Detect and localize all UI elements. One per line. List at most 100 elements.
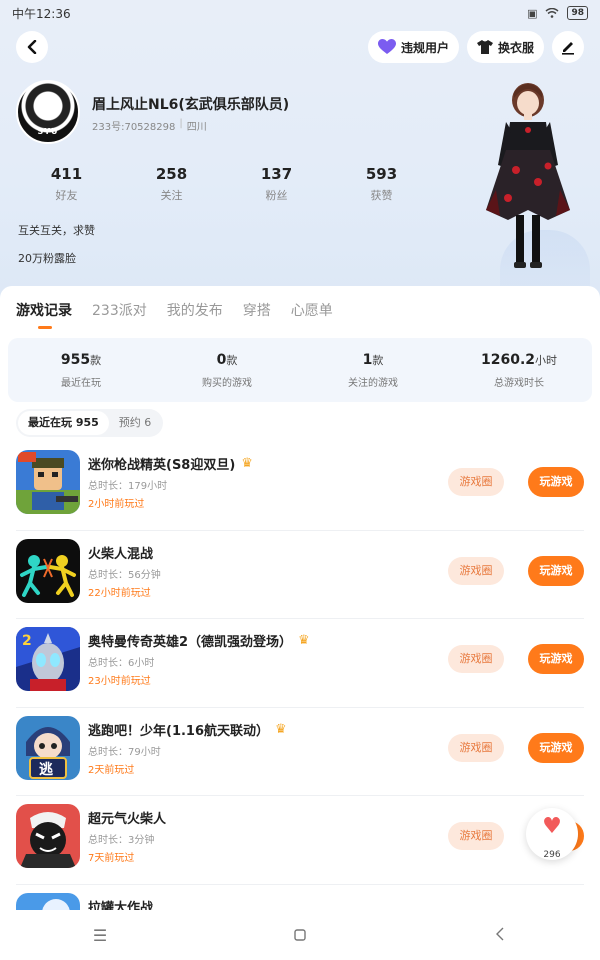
summary-label: 最近在玩 bbox=[61, 377, 101, 389]
heart-icon bbox=[377, 39, 396, 54]
game-circle-button[interactable]: 游戏圈 bbox=[448, 822, 504, 850]
sim-icon: ▣ bbox=[527, 6, 538, 20]
tab-outfit[interactable]: 穿搭 bbox=[243, 300, 271, 320]
game-duration: 总时长：56分钟 bbox=[88, 569, 161, 581]
report-user-button[interactable]: 违规用户 bbox=[367, 31, 459, 63]
heart-icon: ♥ bbox=[542, 814, 562, 839]
profile-name: 眉上风止NL6(玄武俱乐部队员) bbox=[92, 97, 290, 113]
game-icon-escape[interactable]: 逃 bbox=[16, 715, 80, 780]
profile-meta: 233号:70528298 | 四川 bbox=[92, 118, 207, 133]
edit-button[interactable] bbox=[552, 31, 584, 63]
game-duration: 总时长：179小时 bbox=[88, 481, 168, 492]
game-circle-button[interactable]: 游戏圈 bbox=[448, 556, 504, 585]
game-title: 超元气火柴人 bbox=[88, 812, 167, 827]
summary-unit: 款 bbox=[90, 353, 102, 367]
play-game-button[interactable]: 玩游戏 bbox=[528, 732, 584, 763]
filter-reserve[interactable]: 预约 6 bbox=[109, 411, 162, 435]
stat-num: 137 bbox=[260, 165, 293, 183]
filter-recent[interactable]: 最近在玩 955 bbox=[18, 411, 109, 435]
game-icon-stickman[interactable] bbox=[16, 538, 80, 603]
stat-num: 593 bbox=[365, 165, 398, 183]
profile-location: 四川 bbox=[186, 122, 207, 133]
hot-badge-icon: ♛ bbox=[275, 721, 287, 737]
play-game-button[interactable]: 玩游戏 bbox=[528, 467, 584, 497]
summary-label: 关注的游戏 bbox=[348, 377, 398, 389]
game-circle-button[interactable]: 游戏圈 bbox=[448, 468, 504, 496]
game-duration: 总时长：6小时 bbox=[88, 658, 155, 669]
stat-friends[interactable]: 411 好友 bbox=[14, 165, 119, 203]
avatar[interactable]: SYU bbox=[16, 80, 80, 144]
svg-text:2: 2 bbox=[22, 633, 32, 649]
stat-num: 411 bbox=[50, 165, 83, 183]
list-filter: 最近在玩 955 预约 6 bbox=[16, 409, 164, 437]
avatar-text: SYU bbox=[37, 127, 59, 136]
game-row[interactable]: 超元气火柴人 总时长：3分钟 7天前玩过 游戏圈 玩游戏 bbox=[16, 796, 584, 885]
summary-value: 955 bbox=[60, 351, 91, 368]
stat-fans[interactable]: 137 粉丝 bbox=[224, 165, 329, 203]
game-last-played: 23小时前玩过 bbox=[88, 676, 151, 687]
stat-label: 好友 bbox=[55, 189, 78, 202]
summary-total-time[interactable]: 1260.2小时 总游戏时长 bbox=[446, 352, 592, 389]
game-row[interactable]: 逃 逃跑吧！少年(1.16航天联动） ♛ 总时长：79小时 2天前玩过 游戏圈 … bbox=[16, 708, 584, 796]
bio-line: 20万粉露脸 bbox=[18, 252, 76, 265]
game-circle-button[interactable]: 游戏圈 bbox=[448, 645, 504, 673]
game-duration: 总时长：3分钟 bbox=[88, 835, 155, 846]
game-last-played: 2小时前玩过 bbox=[88, 499, 145, 510]
home-icon[interactable] bbox=[280, 926, 320, 945]
game-row[interactable]: 2 奥特曼传奇英雄2（德凯强劲登场） ♛ 总时长：6小时 23小时前玩过 游戏圈… bbox=[16, 619, 584, 708]
game-row[interactable]: 火柴人混战 总时长：56分钟 22小时前玩过 游戏圈 玩游戏 bbox=[16, 531, 584, 619]
summary-label: 购买的游戏 bbox=[202, 377, 252, 389]
tab-my-posts[interactable]: 我的发布 bbox=[167, 300, 223, 320]
stat-label: 粉丝 bbox=[265, 189, 288, 202]
tab-wishlist[interactable]: 心愿单 bbox=[291, 300, 333, 320]
wifi-icon bbox=[545, 8, 559, 18]
hot-badge-icon: ♛ bbox=[241, 456, 253, 471]
hot-badge-icon: ♛ bbox=[298, 633, 310, 648]
back-nav-icon[interactable] bbox=[480, 926, 520, 945]
change-outfit-button[interactable]: 换衣服 bbox=[466, 31, 544, 63]
status-time: 中午12:36 bbox=[12, 6, 71, 21]
play-game-button[interactable]: 玩游戏 bbox=[528, 555, 584, 586]
tab-game-record[interactable]: 游戏记录 bbox=[16, 300, 72, 320]
change-outfit-label: 换衣服 bbox=[497, 40, 534, 55]
battery-indicator: 98 bbox=[567, 6, 588, 20]
back-button[interactable] bbox=[16, 31, 48, 63]
menu-icon[interactable]: ☰ bbox=[80, 926, 120, 945]
edit-icon bbox=[562, 42, 574, 55]
stat-following[interactable]: 258 关注 bbox=[119, 165, 224, 203]
game-circle-button[interactable]: 游戏圈 bbox=[448, 733, 504, 762]
like-button[interactable]: ♥ 296 bbox=[526, 808, 578, 860]
game-last-played: 7天前玩过 bbox=[88, 853, 135, 864]
profile-stats: 411 好友 258 关注 137 粉丝 593 获赞 bbox=[14, 165, 434, 203]
game-summary: 955款 最近在玩 0款 购买的游戏 1款 关注的游戏 1260.2小时 总游戏… bbox=[8, 338, 592, 402]
profile-id: 233号:70528298 bbox=[92, 122, 176, 133]
avatar-character[interactable] bbox=[478, 70, 578, 275]
summary-unit: 款 bbox=[372, 353, 384, 367]
game-icon-super-stickman[interactable] bbox=[16, 804, 80, 868]
stat-likes[interactable]: 593 获赞 bbox=[329, 165, 434, 203]
summary-followed[interactable]: 1款 关注的游戏 bbox=[300, 352, 446, 389]
game-title: 逃跑吧！少年(1.16航天联动） bbox=[88, 723, 270, 739]
system-nav-bar: ☰ bbox=[0, 910, 600, 960]
game-duration: 总时长：79小时 bbox=[88, 746, 161, 758]
game-last-played: 22小时前玩过 bbox=[88, 587, 151, 599]
stat-label: 关注 bbox=[160, 189, 183, 202]
game-icon-ultraman[interactable]: 2 bbox=[16, 627, 80, 691]
tab-party[interactable]: 233派对 bbox=[92, 300, 147, 320]
stat-num: 258 bbox=[155, 165, 188, 183]
chevron-left-icon bbox=[27, 40, 37, 54]
like-count: 296 bbox=[543, 850, 561, 860]
tshirt-icon bbox=[476, 40, 493, 54]
stat-label: 获赞 bbox=[370, 189, 393, 202]
game-title: 火柴人混战 bbox=[88, 546, 154, 562]
game-title: 奥特曼传奇英雄2（德凯强劲登场） bbox=[88, 635, 293, 650]
summary-purchased[interactable]: 0款 购买的游戏 bbox=[154, 352, 300, 389]
game-list: 迷你枪战精英(S8迎双旦) ♛ 总时长：179小时 2小时前玩过 游戏圈 玩游戏… bbox=[0, 442, 600, 945]
profile-tabs: 游戏记录 233派对 我的发布 穿搭 心愿单 bbox=[16, 300, 333, 320]
top-actions: 违规用户 换衣服 bbox=[367, 31, 584, 63]
summary-recent[interactable]: 955款 最近在玩 bbox=[8, 352, 154, 389]
game-row[interactable]: 迷你枪战精英(S8迎双旦) ♛ 总时长：179小时 2小时前玩过 游戏圈 玩游戏 bbox=[16, 442, 584, 531]
play-game-button[interactable]: 玩游戏 bbox=[528, 644, 584, 674]
game-icon-text: 逃 bbox=[39, 761, 53, 778]
game-icon-mini-gun[interactable] bbox=[16, 450, 80, 514]
